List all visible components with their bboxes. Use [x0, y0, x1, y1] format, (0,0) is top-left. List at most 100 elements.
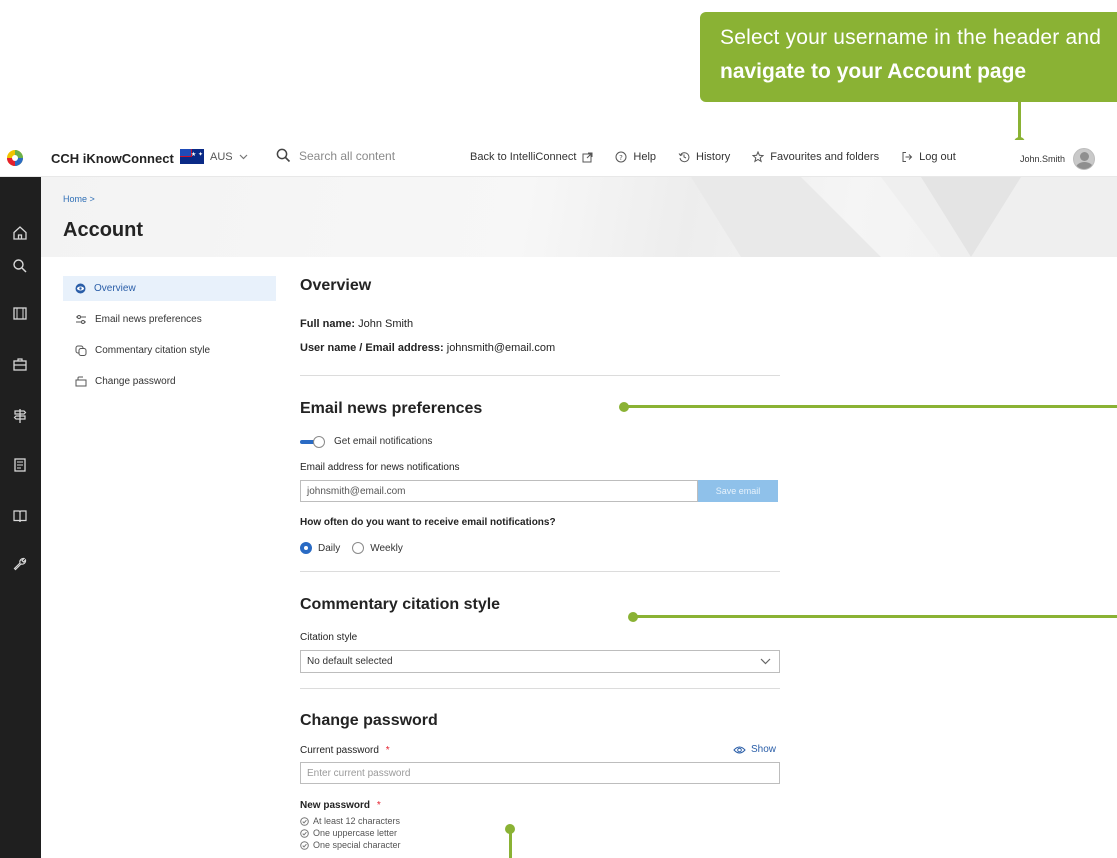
password-rule-uppercase: One uppercase letter	[313, 828, 398, 838]
section-divider	[300, 688, 780, 689]
daily-label: Daily	[318, 542, 341, 554]
username-value: johnsmith@email.com	[446, 342, 556, 354]
annotation-line	[509, 829, 512, 858]
username-label: John.Smith	[1020, 154, 1066, 164]
check-circle-icon	[300, 828, 309, 838]
region-selector[interactable]: AUS	[180, 149, 248, 164]
search-input[interactable]: Search all content	[299, 149, 395, 163]
app-logo-icon[interactable]	[6, 149, 24, 167]
star-icon	[752, 151, 765, 163]
user-menu[interactable]: John.Smith	[1020, 148, 1096, 170]
change-password-heading: Change password	[300, 712, 438, 729]
instruction-callout: Select your username in the header and n…	[700, 12, 1117, 102]
save-email-button[interactable]: Save email	[698, 480, 778, 502]
brand-name[interactable]: CCH iKnowConnect	[51, 151, 174, 166]
email-address-value: johnsmith@email.com	[307, 485, 406, 497]
folder-icon[interactable]	[10, 303, 30, 323]
citation-heading: Commentary citation style	[300, 596, 501, 613]
help-label: Help	[633, 151, 657, 163]
breadcrumb[interactable]: Home >	[63, 194, 95, 204]
sliders-icon	[76, 315, 86, 324]
history-link[interactable]: History	[678, 151, 730, 163]
current-password-label-text: Current password	[300, 745, 379, 756]
eye-icon	[733, 746, 746, 753]
subnav-item-email-preferences[interactable]: Email news preferences	[63, 307, 276, 332]
banner-pattern-graphic	[691, 177, 1117, 257]
password-rule-length: At least 12 characters	[313, 816, 401, 826]
show-password-toggle[interactable]: Show	[733, 744, 776, 755]
email-notifications-toggle[interactable]: Get email notifications	[300, 435, 433, 448]
callout-line-2: navigate to your Account page	[720, 60, 1027, 83]
logout-icon	[902, 152, 913, 162]
show-label: Show	[751, 744, 777, 755]
favourites-label: Favourites and folders	[770, 151, 880, 163]
back-link-label: Back to IntelliConnect	[470, 151, 577, 163]
header-links: Back to IntelliConnect ? Help History Fa…	[470, 151, 956, 163]
page-title: Account	[63, 219, 143, 241]
citation-style-select[interactable]: No default selected	[300, 650, 780, 673]
full-name-value: John Smith	[358, 318, 414, 330]
subnav-email-label: Email news preferences	[95, 314, 202, 325]
history-label: History	[696, 151, 731, 163]
current-password-input[interactable]: Enter current password	[300, 762, 780, 784]
wrench-icon[interactable]	[10, 554, 30, 574]
briefcase-icon[interactable]	[10, 354, 30, 374]
eye-icon	[75, 283, 86, 294]
new-password-label-text: New password	[300, 800, 371, 811]
book-icon[interactable]	[10, 506, 30, 526]
check-circle-icon	[300, 816, 309, 826]
top-header: CCH iKnowConnect AUS Search all content …	[0, 140, 1117, 177]
chevron-down-icon	[239, 154, 248, 159]
australia-flag-icon	[180, 149, 204, 164]
email-address-label: Email address for news notifications	[300, 462, 460, 473]
subnav-item-overview[interactable]: Overview	[63, 276, 276, 301]
home-icon[interactable]	[10, 223, 30, 243]
external-link-icon	[582, 152, 593, 162]
frequency-label-text: How often do you want to receive email n…	[300, 517, 556, 528]
logout-label: Log out	[919, 151, 956, 163]
help-link[interactable]: ? Help	[615, 151, 656, 163]
citation-style-label: Citation style	[300, 632, 358, 643]
email-address-input[interactable]: johnsmith@email.com	[300, 480, 698, 502]
search-icon	[276, 148, 291, 163]
password-rule: One special character	[300, 840, 401, 850]
account-section-nav: Overview Email news preferences Commenta…	[63, 276, 276, 400]
section-divider	[300, 571, 780, 572]
back-to-intelliconnect-link[interactable]: Back to IntelliConnect	[470, 151, 593, 163]
full-name-label: Full name:	[300, 318, 356, 330]
subnav-item-citation-style[interactable]: Commentary citation style	[63, 338, 276, 363]
section-divider	[300, 375, 780, 376]
frequency-radio-group: Daily Weekly	[300, 542, 403, 554]
region-label: AUS	[210, 150, 233, 163]
weekly-radio[interactable]	[352, 542, 365, 554]
subnav-overview-label: Overview	[94, 283, 136, 294]
chevron-down-icon	[760, 658, 771, 665]
current-password-label: Current password *	[300, 745, 390, 756]
global-search[interactable]: Search all content	[276, 148, 395, 163]
history-icon	[678, 152, 690, 163]
frequency-label: How often do you want to receive email n…	[300, 517, 556, 528]
username-label-text: User name / Email address:	[300, 342, 444, 354]
daily-radio[interactable]	[300, 542, 312, 554]
overview-heading: Overview	[300, 277, 372, 294]
subnav-password-label: Change password	[95, 376, 176, 387]
toggle-label: Get email notifications	[334, 436, 433, 447]
toggle-switch[interactable]	[300, 435, 326, 448]
favourites-link[interactable]: Favourites and folders	[752, 151, 879, 163]
callout-connector	[1018, 102, 1021, 140]
logout-link[interactable]: Log out	[901, 151, 956, 163]
avatar	[1073, 148, 1096, 170]
signpost-icon[interactable]	[10, 406, 30, 426]
subnav-item-change-password[interactable]: Change password	[63, 369, 276, 394]
email-preferences-heading: Email news preferences	[300, 400, 483, 417]
password-rule: One uppercase letter	[300, 828, 397, 838]
citation-selected-value: No default selected	[307, 656, 393, 667]
search-icon[interactable]	[10, 256, 30, 276]
new-password-label: New password *	[300, 800, 381, 811]
citation-icon	[75, 345, 87, 356]
required-mark: *	[376, 800, 381, 811]
required-mark: *	[385, 745, 390, 756]
document-list-icon[interactable]	[10, 455, 30, 475]
username-row: User name / Email address: johnsmith@ema…	[300, 342, 555, 354]
svg-text:?: ?	[620, 154, 624, 162]
